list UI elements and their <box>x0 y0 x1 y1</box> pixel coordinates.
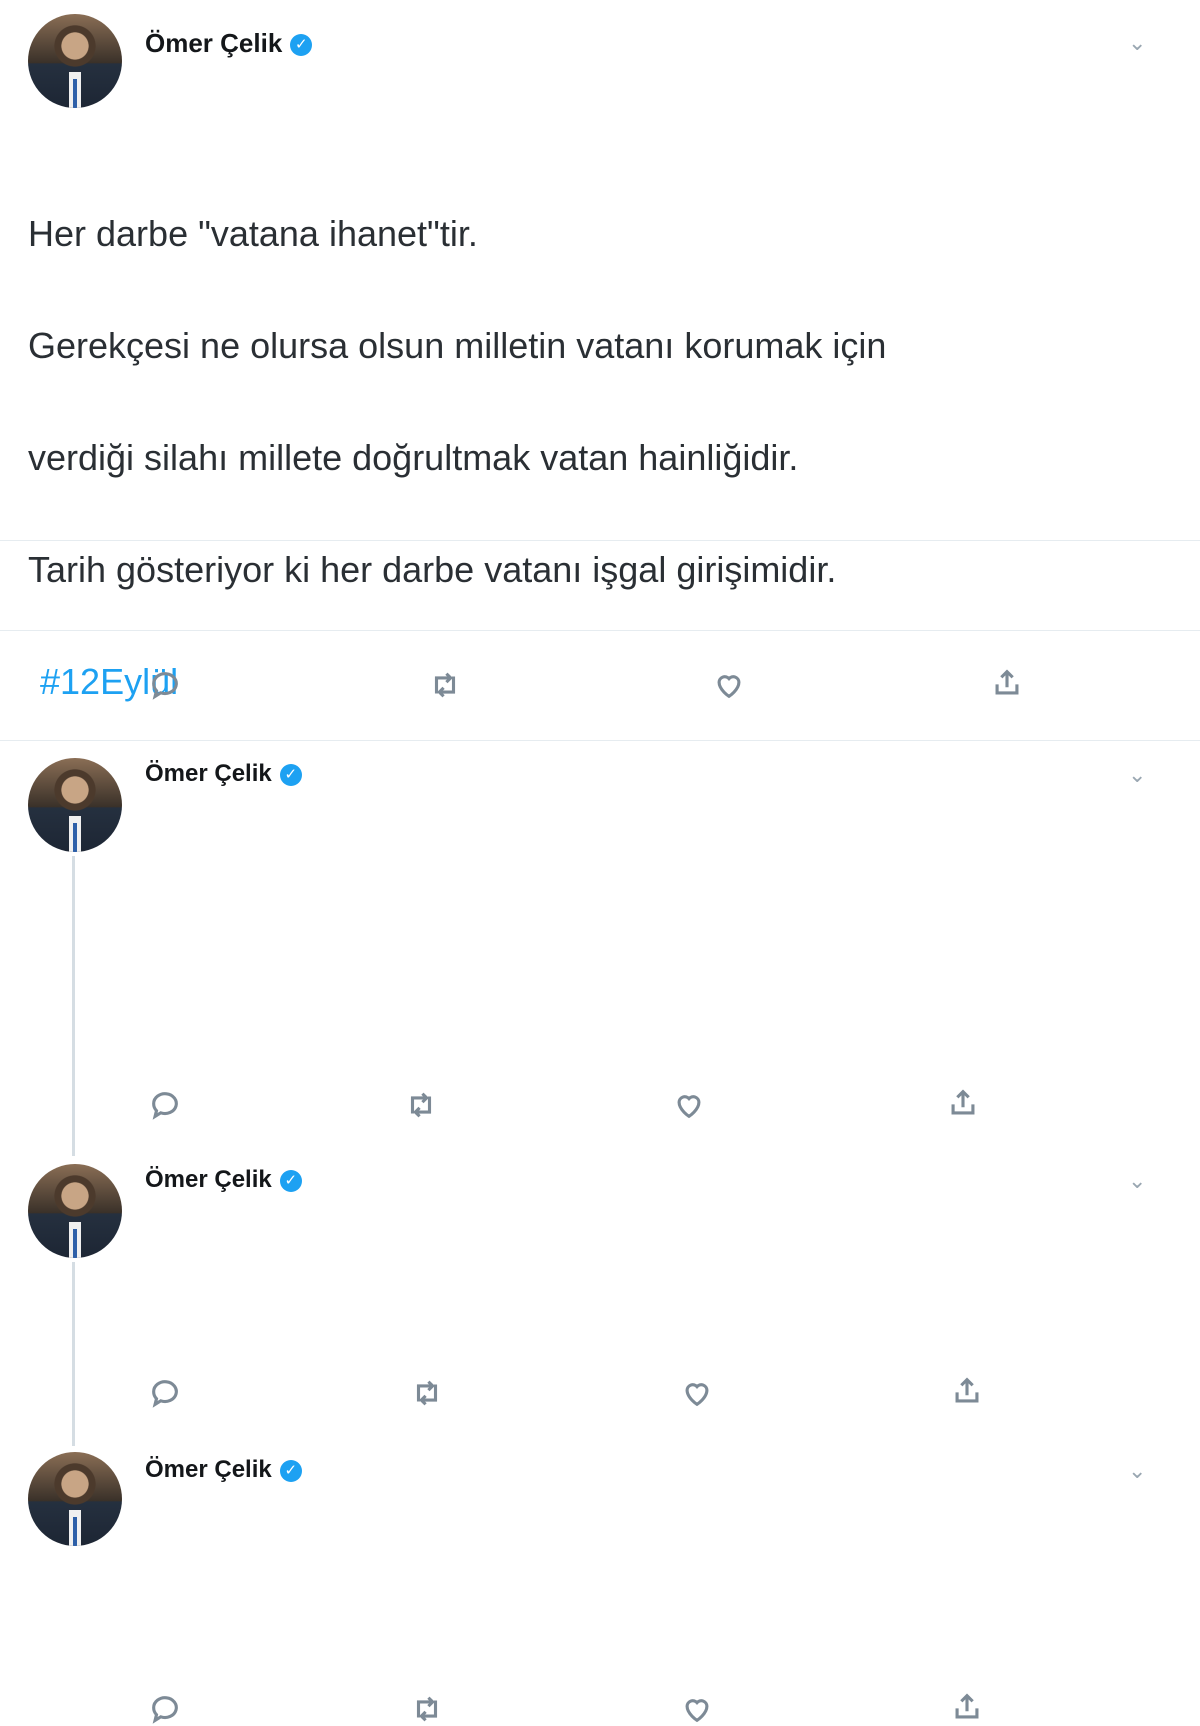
like-button[interactable] <box>712 668 746 702</box>
reply-button[interactable] <box>148 1376 196 1410</box>
tweet-text-line: Her darbe "vatana ihanet"tir. <box>28 213 478 254</box>
share-button[interactable] <box>946 1086 980 1120</box>
author-name-text: Ömer Çelik <box>145 1456 272 1483</box>
divider <box>0 740 1200 741</box>
verified-badge-icon: ✓ <box>279 1459 302 1482</box>
retweet-button[interactable] <box>428 668 462 702</box>
reply-icon <box>152 672 178 700</box>
share-button[interactable] <box>950 1690 984 1724</box>
reply-button[interactable] <box>148 1692 196 1726</box>
author-name[interactable]: Ömer Çelik ✓ <box>145 1456 302 1484</box>
reply-button[interactable] <box>148 668 182 702</box>
like-button[interactable] <box>672 1088 720 1122</box>
author-name[interactable]: Ömer Çelik ✓ <box>145 28 313 59</box>
like-icon <box>677 1095 701 1119</box>
reply-icon <box>152 1092 178 1120</box>
share-icon <box>951 1089 975 1115</box>
divider <box>0 630 1200 631</box>
reply-icon <box>152 1696 178 1724</box>
share-icon <box>955 1693 979 1719</box>
thread-line <box>72 1262 75 1446</box>
like-button[interactable] <box>680 1692 728 1726</box>
avatar[interactable] <box>28 758 122 852</box>
tweet-text-line: verdiği silahı millete doğrultmak vatan … <box>28 437 799 478</box>
share-icon <box>955 1377 979 1403</box>
retweet-icon <box>434 672 456 698</box>
verified-badge-icon: ✓ <box>290 34 313 57</box>
share-button[interactable] <box>950 1374 984 1408</box>
retweet-button[interactable] <box>404 1088 452 1122</box>
retweet-icon <box>416 1380 438 1406</box>
like-icon <box>685 1383 709 1407</box>
like-icon <box>685 1699 709 1723</box>
author-name[interactable]: Ömer Çelik ✓ <box>145 760 302 788</box>
tweet-text-line: Gerekçesi ne olursa olsun milletin vatan… <box>28 325 887 366</box>
chevron-down-icon[interactable]: ⌄ <box>1128 1168 1146 1194</box>
stat-likes[interactable] <box>446 574 454 602</box>
reply-text <box>145 1206 1145 1391</box>
retweet-button[interactable] <box>410 1376 458 1410</box>
verified-badge-icon: ✓ <box>279 763 302 786</box>
chevron-down-icon[interactable]: ⌄ <box>1128 762 1146 788</box>
retweet-button[interactable] <box>410 1692 458 1726</box>
like-icon <box>717 675 741 699</box>
thread-line <box>72 856 75 1156</box>
author-name[interactable]: Ömer Çelik ✓ <box>145 1166 302 1194</box>
reply-text <box>145 842 1145 1101</box>
like-button[interactable] <box>680 1376 728 1410</box>
reply-icon <box>152 1380 178 1408</box>
stat-quotes[interactable] <box>224 574 232 602</box>
divider <box>0 540 1200 541</box>
author-name-text: Ömer Çelik <box>145 760 272 787</box>
share-button[interactable] <box>990 666 1024 700</box>
author-name-text: Ömer Çelik <box>145 28 283 58</box>
avatar[interactable] <box>28 1452 122 1546</box>
verified-badge-icon: ✓ <box>279 1169 302 1192</box>
tweet-text-line: Tarih gösteriyor ki her darbe vatanı işg… <box>28 549 837 590</box>
author-name-text: Ömer Çelik <box>145 1166 272 1193</box>
avatar[interactable] <box>28 1164 122 1258</box>
retweet-icon <box>416 1696 438 1722</box>
chevron-down-icon[interactable]: ⌄ <box>1128 30 1146 56</box>
stat-retweets[interactable] <box>36 574 44 602</box>
chevron-down-icon[interactable]: ⌄ <box>1128 1458 1146 1484</box>
reply-text <box>145 1496 1145 1718</box>
reply-button[interactable] <box>148 1088 196 1122</box>
avatar[interactable] <box>28 14 122 108</box>
share-icon <box>995 669 1019 695</box>
retweet-icon <box>410 1092 432 1118</box>
